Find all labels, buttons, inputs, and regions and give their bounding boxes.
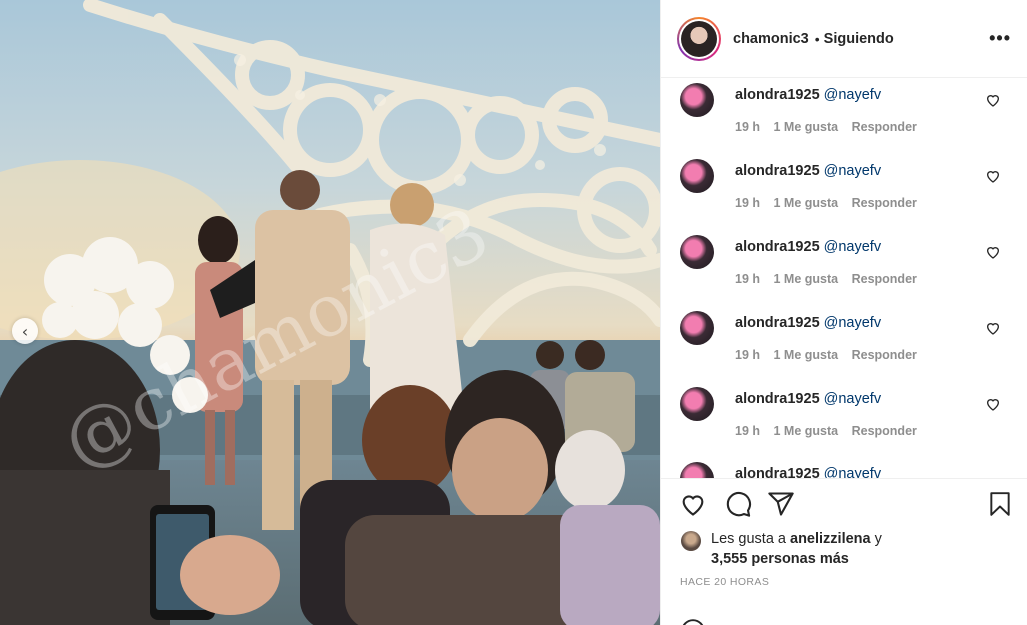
bookmark-icon[interactable] [987,490,1013,518]
comment-icon[interactable] [724,490,752,518]
prev-image-button[interactable]: ‹ [12,318,38,344]
more-options-icon[interactable]: ••• [989,28,1011,49]
likes-count[interactable]: 3,555 personas más [711,551,849,567]
commenter-avatar[interactable] [680,83,714,117]
add-comment-emoji-icon[interactable] [680,618,706,625]
reply-button[interactable]: Responder [852,424,917,438]
comment-item: alondra1925 @nayefv 19 h 1 Me gusta Respo… [661,383,1027,459]
comment-time[interactable]: 19 h [735,120,760,134]
comment-like-count[interactable]: 1 Me gusta [774,272,839,286]
comment-username[interactable]: alondra1925 [735,315,820,331]
comment-item: alondra1925 @nayefv 19 h 1 Me gusta Respo… [661,155,1027,231]
commenter-avatar[interactable] [680,311,714,345]
separator-dot: • [814,30,820,47]
comment-mention-link[interactable]: @nayefv [824,239,881,255]
commenter-avatar[interactable] [680,159,714,193]
comment-username[interactable]: alondra1925 [735,239,820,255]
commenter-avatar[interactable] [680,235,714,269]
likes-conjunction: y [874,531,882,547]
comment-username[interactable]: alondra1925 [735,466,820,478]
comment-mention-link[interactable]: @nayefv [824,163,881,179]
comment-time[interactable]: 19 h [735,348,760,362]
comment-item: alondra1925 @nayefv 19 h 1 Me gusta Respo… [661,307,1027,383]
post-photo[interactable]: @chamonic3 ‹ [0,0,660,625]
heart-icon[interactable] [679,490,707,518]
commenter-avatar[interactable] [680,387,714,421]
comment-time[interactable]: 19 h [735,272,760,286]
heart-icon[interactable] [985,168,1001,184]
author-username[interactable]: chamonic3 [733,31,809,47]
comment-username[interactable]: alondra1925 [735,391,820,407]
post-timestamp[interactable]: HACE 20 HORAS [680,576,769,588]
comment-item: alondra1925 @nayefv 19 h 1 Me gusta Respo… [661,79,1027,155]
liker-avatar[interactable] [681,531,701,551]
comment-like-count[interactable]: 1 Me gusta [774,120,839,134]
post-actions-section: Les gusta a anelizzilena y 3,555 persona… [661,478,1027,625]
comment-like-count[interactable]: 1 Me gusta [774,348,839,362]
share-icon[interactable] [767,490,795,518]
comment-like-count[interactable]: 1 Me gusta [774,424,839,438]
reply-button[interactable]: Responder [852,272,917,286]
comment-time[interactable]: 19 h [735,196,760,210]
comment-like-count[interactable]: 1 Me gusta [774,196,839,210]
post-side-panel: chamonic3 • Siguiendo ••• alondra1925 @na… [660,0,1027,625]
comments-list[interactable]: alondra1925 @nayefv 19 h 1 Me gusta Respo… [661,79,1027,478]
comment-mention-link[interactable]: @nayefv [824,391,881,407]
heart-icon[interactable] [985,396,1001,412]
liker-username[interactable]: anelizzilena [790,531,871,547]
comment-item: alondra1925 @nayefv [661,458,1027,478]
comment-item: alondra1925 @nayefv 19 h 1 Me gusta Respo… [661,231,1027,307]
comment-mention-link[interactable]: @nayefv [824,87,881,103]
comment-time[interactable]: 19 h [735,424,760,438]
comment-mention-link[interactable]: @nayefv [824,315,881,331]
follow-status-button[interactable]: Siguiendo [824,31,894,47]
post-header: chamonic3 • Siguiendo ••• [661,0,1027,78]
commenter-avatar[interactable] [680,462,714,478]
chevron-left-icon: ‹ [21,321,29,341]
heart-icon[interactable] [985,244,1001,260]
likes-summary[interactable]: Les gusta a anelizzilena y 3,555 persona… [681,529,882,569]
comment-username[interactable]: alondra1925 [735,87,820,103]
comment-mention-link[interactable]: @nayefv [824,466,881,478]
heart-icon[interactable] [985,92,1001,108]
author-avatar[interactable] [677,16,721,61]
comment-username[interactable]: alondra1925 [735,163,820,179]
likes-prefix: Les gusta a [711,531,786,547]
heart-icon[interactable] [985,320,1001,336]
reply-button[interactable]: Responder [852,196,917,210]
wedding-scene-image: @chamonic3 [0,0,660,625]
reply-button[interactable]: Responder [852,120,917,134]
reply-button[interactable]: Responder [852,348,917,362]
